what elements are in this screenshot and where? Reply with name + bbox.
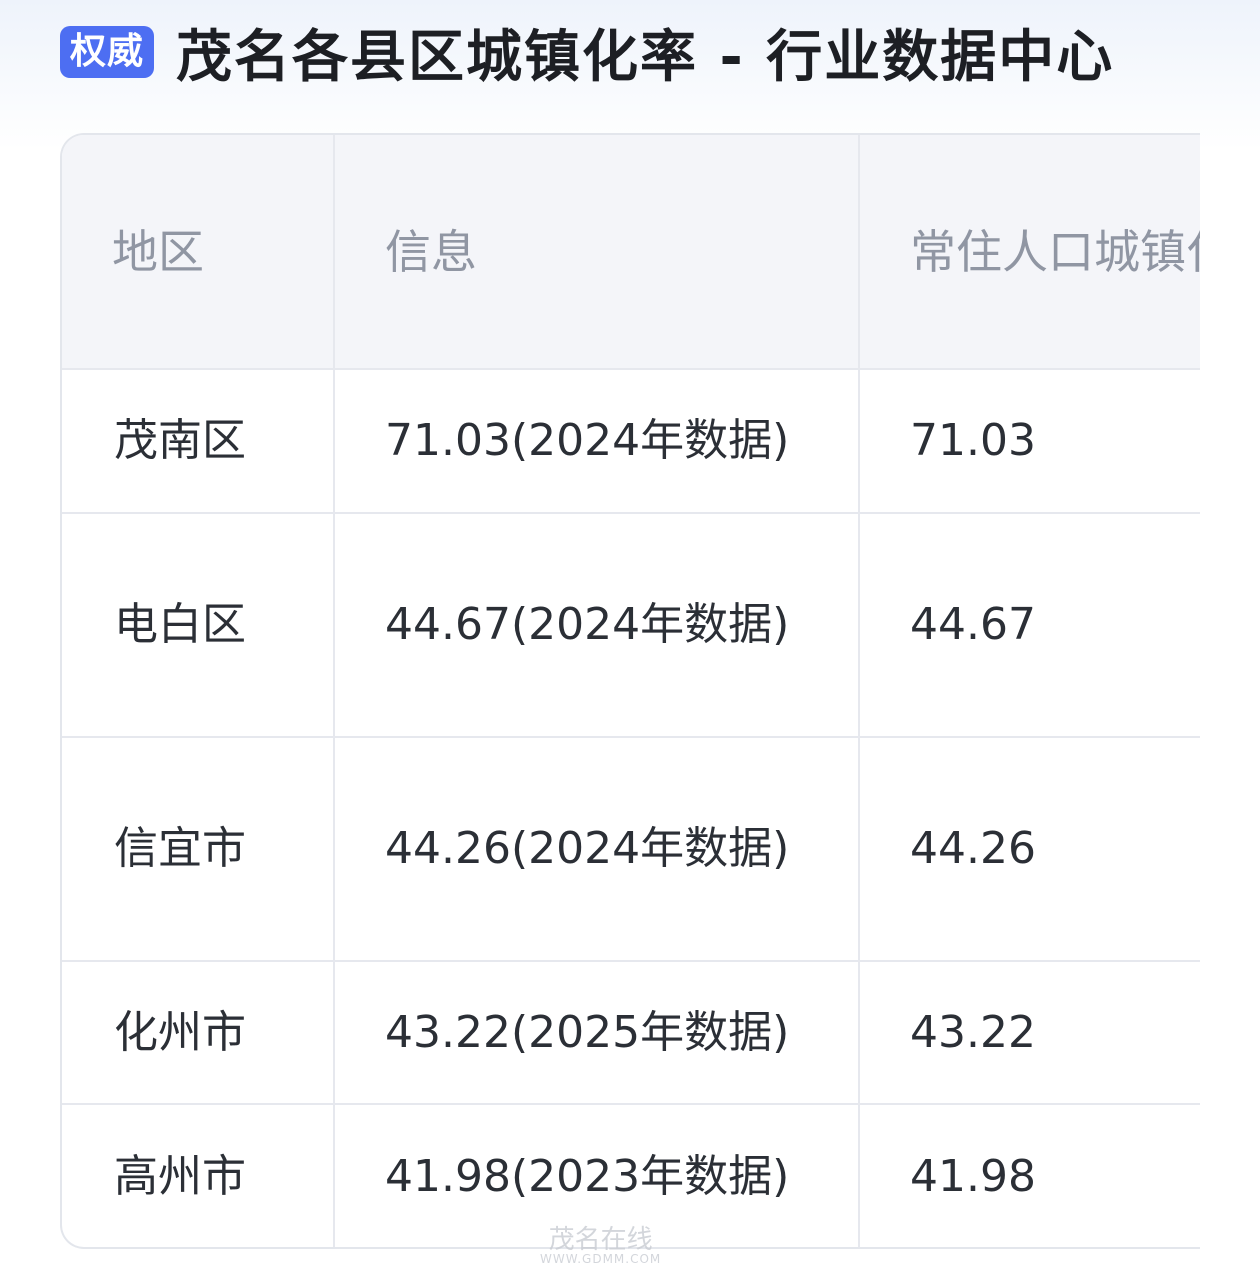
page-header: 权威 茂名各县区城镇化率 - 行业数据中心: [60, 14, 1114, 90]
column-header-region: 地区: [62, 135, 335, 370]
cell-region: 茂南区: [62, 369, 335, 514]
table-row: 化州市 43.22(2025年数据) 43.22: [62, 961, 1200, 1105]
cell-rate: 43.22: [859, 961, 1200, 1105]
cell-info: 44.26(2024年数据): [334, 737, 860, 962]
cell-region: 电白区: [62, 513, 335, 738]
cell-region: 信宜市: [62, 737, 335, 962]
cell-rate: 44.26: [859, 737, 1200, 962]
table-header-row: 地区 信息 常住人口城镇化率(%): [62, 135, 1200, 370]
cell-region: 高州市: [62, 1104, 335, 1247]
column-header-info: 信息: [334, 135, 860, 370]
cell-info: 71.03(2024年数据): [334, 369, 860, 514]
data-table-container[interactable]: 地区 信息 常住人口城镇化率(%) 茂南区 71.03(2024年数据) 71.…: [60, 133, 1200, 1249]
watermark-text: 茂名在线: [548, 1225, 653, 1255]
page-title: 茂名各县区城镇化率 - 行业数据中心: [176, 24, 1115, 90]
cell-rate: 44.67: [859, 513, 1200, 738]
site-watermark: 茂名在线 WWW.GDMM.COM: [540, 1225, 662, 1266]
cell-info: 43.22(2025年数据): [334, 961, 860, 1105]
table-row: 茂南区 71.03(2024年数据) 71.03: [62, 369, 1200, 514]
column-header-rate: 常住人口城镇化率(%): [859, 135, 1200, 370]
authority-badge: 权威: [60, 26, 155, 78]
urbanization-table: 地区 信息 常住人口城镇化率(%) 茂南区 71.03(2024年数据) 71.…: [62, 135, 1200, 1247]
cell-region: 化州市: [62, 961, 335, 1105]
cell-rate: 71.03: [859, 369, 1200, 514]
cell-info: 44.67(2024年数据): [334, 513, 860, 738]
table-row: 电白区 44.67(2024年数据) 44.67: [62, 513, 1200, 738]
cell-rate: 41.98: [859, 1104, 1200, 1247]
table-row: 信宜市 44.26(2024年数据) 44.26: [62, 737, 1200, 962]
watermark-url: WWW.GDMM.COM: [540, 1252, 662, 1266]
